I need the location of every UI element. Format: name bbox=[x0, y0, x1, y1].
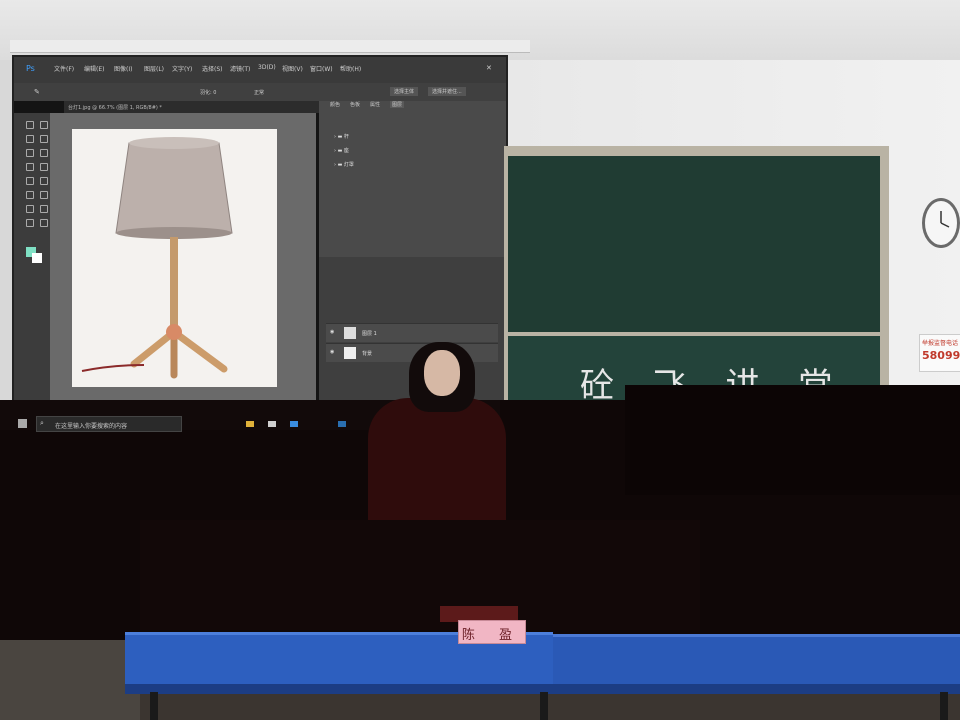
menu-item[interactable]: 文字(Y) bbox=[172, 64, 192, 73]
menu-item[interactable]: 图层(L) bbox=[144, 64, 164, 73]
menu-item[interactable]: 帮助(H) bbox=[340, 64, 361, 73]
presenter-face bbox=[424, 350, 460, 396]
notice-sign: 举报监督电话 580995 bbox=[919, 334, 960, 372]
stamp-tool-icon[interactable] bbox=[40, 177, 48, 185]
folder-name: 灯罩 bbox=[343, 162, 354, 168]
layer-folder[interactable]: › ▬ 杆 bbox=[334, 133, 484, 145]
mail-icon[interactable] bbox=[290, 421, 298, 427]
photoshop-logo-icon: Ps bbox=[26, 64, 35, 73]
document-tab-label: 台灯1.jpg @ 66.7% (图层 1, RGB/8#) * bbox=[68, 105, 162, 111]
store-icon[interactable] bbox=[268, 421, 276, 427]
table-leg bbox=[150, 692, 158, 720]
lamp-cord bbox=[81, 364, 145, 372]
marquee-tool-icon[interactable] bbox=[40, 121, 48, 129]
eyedropper-tool-icon[interactable] bbox=[26, 163, 34, 171]
text-tool-icon[interactable] bbox=[40, 205, 48, 213]
presenter-body bbox=[368, 398, 506, 530]
taskbar-search-input[interactable]: 在这里输入你要搜索的内容 bbox=[36, 416, 182, 432]
lamp-image-canvas[interactable] bbox=[72, 129, 277, 387]
chevron-right-icon: › bbox=[334, 162, 336, 168]
chevron-right-icon: › bbox=[334, 134, 336, 140]
folder-icon: ▬ bbox=[337, 162, 343, 168]
menu-item[interactable]: 视图(V) bbox=[282, 64, 303, 73]
menu-item[interactable]: 文件(F) bbox=[54, 64, 74, 73]
panel-tab-active[interactable]: 图层 bbox=[390, 101, 405, 108]
layer-name: 图层 1 bbox=[362, 331, 377, 337]
lamp-image bbox=[81, 137, 233, 379]
layer-name: 背景 bbox=[362, 351, 373, 357]
table-leg bbox=[940, 692, 948, 720]
pen-tool-icon[interactable] bbox=[26, 205, 34, 213]
wall-clock bbox=[922, 198, 960, 248]
layer-thumbnail bbox=[344, 347, 356, 359]
menu-item[interactable]: 图像(I) bbox=[114, 64, 132, 73]
zoom-tool-icon[interactable] bbox=[40, 219, 48, 227]
feather-field[interactable]: 羽化: 0 bbox=[200, 89, 216, 96]
select-subject-button[interactable]: 选择主体 bbox=[390, 87, 419, 96]
floor-mat bbox=[0, 640, 140, 720]
select-and-mask-button[interactable]: 选择并遮住... bbox=[428, 87, 466, 96]
menu-item[interactable]: 窗口(W) bbox=[310, 64, 333, 73]
layer-folder[interactable]: › ▬ 灯罩 bbox=[334, 161, 484, 173]
folder-name: 杆 bbox=[343, 134, 349, 140]
brush-tool-icon[interactable] bbox=[26, 177, 34, 185]
notice-number: 580995 bbox=[922, 349, 960, 362]
close-icon[interactable]: ✕ bbox=[486, 64, 492, 72]
folder-icon: ▬ bbox=[337, 134, 343, 140]
eye-icon[interactable]: ◉ bbox=[330, 349, 334, 355]
lasso-tool-icon[interactable] bbox=[26, 135, 34, 143]
panel-tab[interactable]: 属性 bbox=[370, 101, 380, 108]
search-icon: ⌕ bbox=[40, 419, 44, 427]
lamp-pole bbox=[170, 237, 178, 332]
podium-desk bbox=[140, 520, 700, 630]
chevron-right-icon: › bbox=[334, 148, 336, 154]
document-tab[interactable]: 台灯1.jpg @ 66.7% (图层 1, RGB/8#) * bbox=[64, 101, 319, 113]
crop-tool-icon[interactable] bbox=[26, 149, 34, 157]
layer-row[interactable]: ◉ 图层 1 bbox=[326, 323, 498, 342]
frame-tool-icon[interactable] bbox=[40, 149, 48, 157]
lamp-shade-top bbox=[129, 137, 219, 149]
photoshop-toolbar bbox=[14, 113, 50, 403]
blackboard-upper bbox=[508, 156, 880, 332]
panel-tab[interactable]: 色板 bbox=[350, 101, 360, 108]
menu-item[interactable]: 选择(S) bbox=[202, 64, 223, 73]
layer-folder[interactable]: › ▬ 座 bbox=[334, 147, 484, 159]
eye-icon[interactable]: ◉ bbox=[330, 329, 334, 335]
table-leg bbox=[540, 692, 548, 720]
menu-item[interactable]: 3D(D) bbox=[258, 64, 276, 71]
gradient-tool-icon[interactable] bbox=[40, 191, 48, 199]
folder-name: 座 bbox=[343, 148, 349, 154]
eraser-tool-icon[interactable] bbox=[26, 191, 34, 199]
lamp-shade bbox=[115, 142, 233, 234]
panel-tabs: 颜色 色板 属性 图层 bbox=[324, 99, 504, 111]
projector-screen-housing bbox=[10, 40, 530, 53]
quick-select-tool-icon[interactable] bbox=[40, 135, 48, 143]
photoshop-menubar: Ps 文件(F) 编辑(E) 图像(I) 图层(L) 文字(Y) 选择(S) 滤… bbox=[14, 57, 506, 83]
folder-icon: ▬ bbox=[337, 148, 343, 154]
clock-face-icon bbox=[940, 211, 950, 228]
panel-tab[interactable]: 颜色 bbox=[330, 101, 340, 108]
healing-tool-icon[interactable] bbox=[40, 163, 48, 171]
menu-item[interactable]: 滤镜(T) bbox=[230, 64, 250, 73]
move-tool-icon[interactable] bbox=[26, 121, 34, 129]
name-plate: 陈 盈 bbox=[458, 620, 526, 644]
dark-overlay-right bbox=[625, 385, 960, 495]
notice-heading: 举报监督电话 bbox=[922, 340, 959, 347]
lamp-joint bbox=[166, 324, 182, 340]
background-color-swatch[interactable] bbox=[32, 253, 42, 263]
blend-mode-label[interactable]: 正常 bbox=[254, 89, 264, 96]
windows-start-icon[interactable] bbox=[18, 419, 27, 428]
hand-tool-icon[interactable] bbox=[26, 219, 34, 227]
layer-thumbnail bbox=[344, 327, 356, 339]
file-explorer-icon[interactable] bbox=[246, 421, 254, 427]
menu-item[interactable]: 编辑(E) bbox=[84, 64, 104, 73]
photoshop-taskbar-icon[interactable] bbox=[338, 421, 346, 427]
lasso-tool-icon[interactable]: ✎ bbox=[34, 88, 40, 96]
lamp-leg-right bbox=[170, 328, 228, 373]
